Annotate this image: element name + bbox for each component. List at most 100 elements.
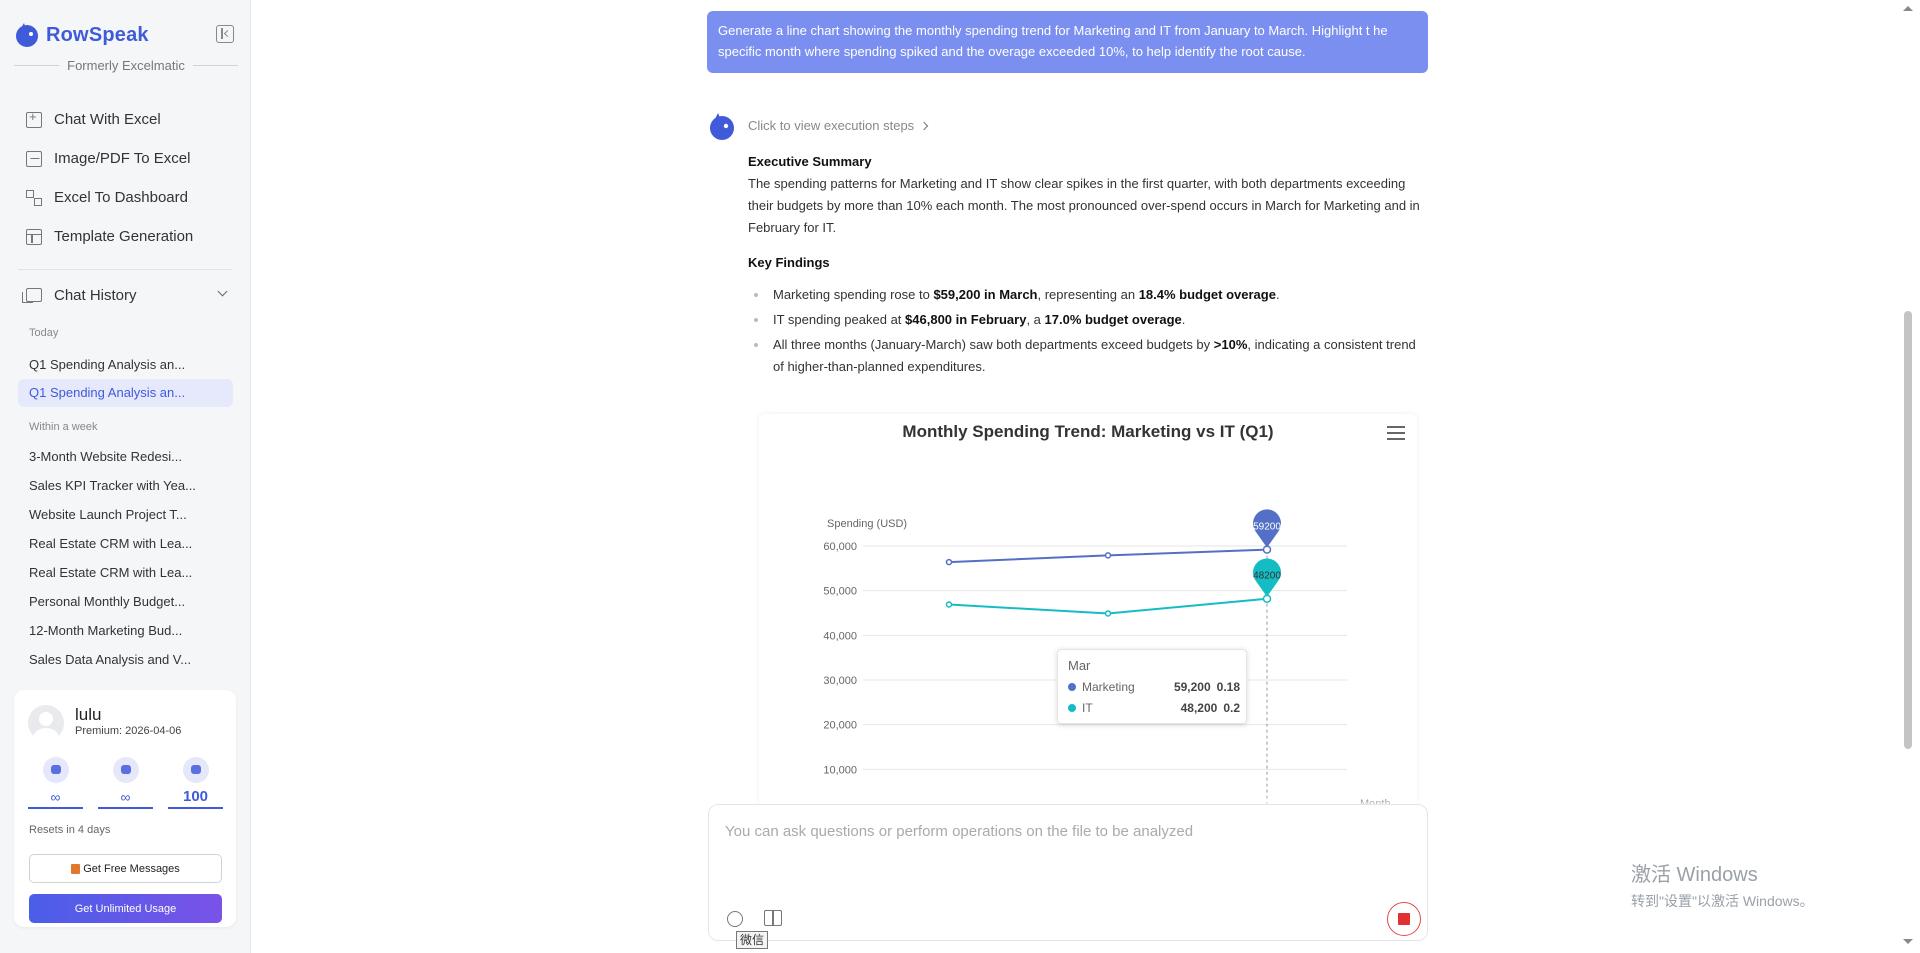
chart-title: Monthly Spending Trend: Marketing vs IT … bbox=[902, 422, 1274, 441]
y-tick-label: 50,000 bbox=[823, 586, 857, 598]
sidebar-divider bbox=[18, 269, 232, 270]
image-icon bbox=[26, 150, 42, 167]
chevron-down-icon bbox=[217, 286, 228, 297]
get-unlimited-usage-button[interactable]: Get Unlimited Usage bbox=[29, 894, 222, 923]
chat-history-label: Chat History bbox=[54, 286, 137, 304]
formerly-label: Formerly Excelmatic bbox=[14, 58, 238, 73]
chart-menu-icon[interactable] bbox=[1387, 426, 1405, 440]
markpoint-label: 59200 bbox=[1253, 522, 1281, 533]
nav-image-pdf-to-excel[interactable]: Image/PDF To Excel bbox=[16, 139, 236, 178]
finding-bold: >10% bbox=[1213, 337, 1248, 352]
history-icon bbox=[22, 288, 42, 303]
finding-text: Marketing spending rose to bbox=[773, 287, 934, 302]
table-icon bbox=[26, 228, 42, 245]
y-tick-label: 10,000 bbox=[823, 764, 857, 776]
watermark-line1: 激活 Windows bbox=[1631, 864, 1758, 886]
formerly-text: Formerly Excelmatic bbox=[67, 58, 185, 73]
tooltip-pct: 0.2 bbox=[1223, 701, 1240, 715]
user-name: lulu bbox=[75, 705, 102, 724]
tooltip-title: Mar bbox=[1068, 658, 1091, 673]
scroll-up-arrow[interactable] bbox=[1903, 6, 1913, 11]
quota-underline bbox=[98, 807, 153, 809]
quota-image: ∞ bbox=[98, 757, 153, 809]
history-item[interactable]: Personal Monthly Budget... bbox=[18, 588, 233, 616]
finding-text: , representing an bbox=[1037, 287, 1139, 302]
tooltip-series-name: IT bbox=[1082, 701, 1093, 715]
execution-steps-link[interactable]: Click to view execution steps bbox=[748, 118, 929, 133]
bot-avatar-icon bbox=[710, 113, 734, 140]
nav-template-generation[interactable]: Template Generation bbox=[16, 217, 236, 256]
app-root: RowSpeak Formerly Excelmatic Chat With E… bbox=[0, 0, 1920, 953]
chat-plus-icon bbox=[26, 109, 42, 128]
collapse-sidebar-icon[interactable] bbox=[216, 25, 234, 43]
line-chart[interactable]: 010,00020,00030,00040,00050,00060,000Spe… bbox=[759, 414, 1417, 809]
history-item[interactable]: Sales KPI Tracker with Yea... bbox=[18, 472, 233, 500]
logo-icon bbox=[16, 23, 38, 47]
history-item[interactable]: 12-Month Marketing Bud... bbox=[18, 617, 233, 645]
chat-history-toggle[interactable]: Chat History bbox=[16, 283, 236, 307]
scrollbar-thumb[interactable] bbox=[1904, 311, 1912, 749]
quota-underline bbox=[28, 807, 83, 809]
history-item[interactable]: 3-Month Website Redesi... bbox=[18, 443, 233, 471]
finding-item: IT spending peaked at $46,800 in Februar… bbox=[748, 309, 1426, 331]
avatar[interactable] bbox=[28, 705, 64, 741]
quota-dashboard: 100 bbox=[168, 757, 223, 809]
finding-bold: $46,800 in February bbox=[905, 312, 1027, 327]
summary-text: The spending patterns for Marketing and … bbox=[748, 176, 1420, 235]
nav-chat-with-excel[interactable]: Chat With Excel bbox=[16, 100, 236, 139]
nav-label: Image/PDF To Excel bbox=[54, 150, 191, 167]
book-icon[interactable] bbox=[764, 910, 782, 926]
sidebar-nav: Chat With Excel Image/PDF To Excel Excel… bbox=[16, 100, 236, 256]
history-item[interactable]: Q1 Spending Analysis an... bbox=[18, 351, 233, 379]
nav-label: Chat With Excel bbox=[54, 111, 161, 128]
history-item[interactable]: Real Estate CRM with Lea... bbox=[18, 559, 233, 587]
quota-value: ∞ bbox=[50, 789, 61, 805]
logo[interactable]: RowSpeak bbox=[14, 22, 149, 48]
quota-chat: ∞ bbox=[28, 757, 83, 809]
premium-expiry: Premium: 2026-04-06 bbox=[75, 725, 182, 737]
chevron-right-icon bbox=[919, 121, 929, 130]
button-label: Get Unlimited Usage bbox=[74, 902, 177, 915]
finding-bold: 17.0% budget overage bbox=[1044, 312, 1182, 327]
divider-line bbox=[14, 65, 60, 66]
chat-input-box[interactable]: You can ask questions or perform operati… bbox=[708, 804, 1428, 941]
history-item[interactable]: Sales Data Analysis and V... bbox=[18, 646, 233, 674]
stop-generation-button[interactable] bbox=[1387, 902, 1421, 936]
data-point bbox=[1104, 610, 1112, 617]
scroll-down-arrow[interactable] bbox=[1903, 939, 1913, 944]
chart-card: 010,00020,00030,00040,00050,00060,000Spe… bbox=[759, 414, 1417, 809]
watermark-line2: 转到"设置"以激活 Windows。 bbox=[1631, 893, 1814, 909]
tooltip-series-name: Marketing bbox=[1082, 680, 1135, 694]
nav-label: Excel To Dashboard bbox=[54, 189, 188, 206]
y-tick-label: 20,000 bbox=[823, 720, 857, 732]
history-item[interactable]: Website Launch Project T... bbox=[18, 501, 233, 529]
data-point bbox=[945, 558, 953, 566]
history-item[interactable]: Real Estate CRM with Lea... bbox=[18, 530, 233, 558]
get-free-messages-button[interactable]: Get Free Messages bbox=[29, 854, 222, 883]
finding-text: All three months (January-March) saw bot… bbox=[773, 337, 1214, 352]
tooltip-row-it: IT 48,200 0.2 bbox=[1068, 701, 1240, 715]
paperclip-icon[interactable] bbox=[723, 907, 747, 931]
user-card: lulu Premium: 2026-04-06 ∞ ∞ 100 Resets … bbox=[14, 690, 236, 927]
history-item-active[interactable]: Q1 Spending Analysis an... bbox=[18, 379, 233, 407]
dashboard-icon bbox=[26, 189, 42, 206]
user-message-bubble: Generate a line chart showing the monthl… bbox=[707, 11, 1428, 73]
windows-activation-watermark: 激活 Windows 转到"设置"以激活 Windows。 bbox=[1631, 858, 1814, 911]
series-dot bbox=[1068, 683, 1076, 691]
finding-bold: $59,200 in March bbox=[933, 287, 1038, 302]
y-axis-label: Spending (USD) bbox=[827, 518, 907, 530]
resets-text: Resets in 4 days bbox=[29, 824, 111, 836]
nav-excel-to-dashboard[interactable]: Excel To Dashboard bbox=[16, 178, 236, 217]
chat-bubble-icon bbox=[42, 757, 69, 783]
key-findings-heading: Key Findings bbox=[748, 255, 830, 270]
chat-input-placeholder: You can ask questions or perform operati… bbox=[725, 823, 1194, 840]
tooltip-value: 59,200 bbox=[1173, 680, 1211, 694]
assistant-answer: Executive Summary The spending patterns … bbox=[748, 151, 1426, 381]
markpoint-label: 48200 bbox=[1253, 571, 1281, 582]
finding-item: Marketing spending rose to $59,200 in Ma… bbox=[748, 284, 1426, 306]
image-icon bbox=[112, 757, 139, 783]
quota-value: 100 bbox=[182, 788, 209, 805]
finding-text: . bbox=[1181, 312, 1186, 327]
finding-text: , a bbox=[1026, 312, 1045, 327]
series-dot bbox=[1068, 704, 1076, 712]
